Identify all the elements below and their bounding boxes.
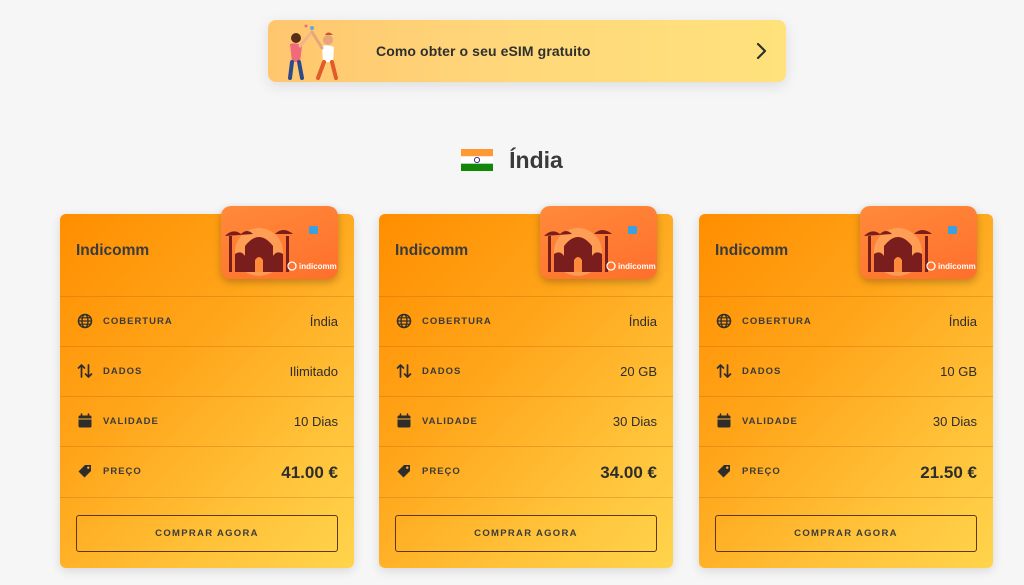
coverage-label: COBERTURA	[422, 316, 492, 327]
data-value: 10 GB	[940, 364, 977, 379]
data-row: DADOS 10 GB	[699, 346, 993, 396]
calendar-icon	[717, 413, 731, 428]
validity-value: 10 Dias	[293, 414, 338, 429]
data-row: DADOS Ilimitado	[60, 346, 354, 396]
data-label: DADOS	[742, 366, 782, 377]
price-tag-icon	[717, 465, 730, 478]
validity-value: 30 Dias	[612, 414, 657, 429]
price-label: PREÇO	[422, 466, 461, 477]
validity-row: VALIDADE 10 Dias	[60, 396, 354, 446]
price-value: 41.00 €	[281, 463, 338, 482]
price-row: PREÇO 34.00 €	[379, 446, 673, 496]
coverage-label: COBERTURA	[103, 316, 173, 327]
free-esim-banner[interactable]: Como obter o seu eSIM gratuito	[268, 20, 786, 82]
operator-name: Indicomm	[395, 242, 469, 259]
data-row: DADOS 20 GB	[379, 346, 673, 396]
data-value: 20 GB	[620, 364, 657, 379]
coverage-value: Índia	[628, 314, 657, 329]
arrows-up-down-icon	[716, 364, 732, 378]
data-label: DADOS	[103, 366, 143, 377]
esim-card-image: indicomm	[540, 206, 657, 279]
row-divider	[379, 497, 673, 498]
country-name: Índia	[509, 146, 563, 173]
coverage-value: Índia	[309, 314, 338, 329]
plan-card: Indicomm indicomm COBERTURA Índia DADOS …	[60, 206, 354, 568]
price-row: PREÇO 41.00 €	[60, 446, 354, 496]
banner-title: Como obter o seu eSIM gratuito	[376, 43, 591, 59]
buy-now-button[interactable]: COMPRAR AGORA	[76, 515, 338, 552]
esim-brand-text: indicomm	[299, 262, 337, 271]
celebrating-people-illustration	[276, 20, 366, 82]
buy-now-button[interactable]: COMPRAR AGORA	[715, 515, 977, 552]
plan-card: Indicomm indicomm COBERTURA Índia DADOS …	[699, 206, 993, 568]
data-label: DADOS	[422, 366, 462, 377]
price-value: 21.50 €	[920, 463, 977, 482]
price-tag-icon	[397, 465, 410, 478]
coverage-label: COBERTURA	[742, 316, 812, 327]
coverage-row: COBERTURA Índia	[699, 296, 993, 346]
validity-label: VALIDADE	[422, 416, 478, 427]
esim-card-image: indicomm	[221, 206, 338, 279]
calendar-icon	[397, 413, 411, 428]
operator-name: Indicomm	[76, 242, 150, 259]
validity-label: VALIDADE	[742, 416, 798, 427]
globe-icon	[77, 313, 93, 329]
coverage-row: COBERTURA Índia	[379, 296, 673, 346]
validity-label: VALIDADE	[103, 416, 159, 427]
buy-now-button[interactable]: COMPRAR AGORA	[395, 515, 657, 552]
esim-brand-text: indicomm	[618, 262, 656, 271]
operator-name: Indicomm	[715, 242, 789, 259]
row-divider	[60, 497, 354, 498]
price-label: PREÇO	[742, 466, 781, 477]
country-heading: Índia	[0, 142, 1024, 178]
validity-row: VALIDADE 30 Dias	[699, 396, 993, 446]
price-tag-icon	[78, 465, 91, 478]
calendar-icon	[78, 413, 92, 428]
globe-icon	[396, 313, 412, 329]
price-label: PREÇO	[103, 466, 142, 477]
esim-brand-text: indicomm	[938, 262, 976, 271]
coverage-value: Índia	[948, 314, 977, 329]
plan-card: Indicomm indicomm COBERTURA Índia DADOS …	[379, 206, 673, 568]
price-row: PREÇO 21.50 €	[699, 446, 993, 496]
globe-icon	[716, 313, 732, 329]
india-flag-icon	[461, 149, 494, 171]
coverage-row: COBERTURA Índia	[60, 296, 354, 346]
row-divider	[699, 497, 993, 498]
esim-card-image: indicomm	[860, 206, 977, 279]
chevron-right-icon[interactable]	[756, 42, 768, 60]
validity-value: 30 Dias	[932, 414, 977, 429]
arrows-up-down-icon	[396, 364, 412, 378]
data-value: Ilimitado	[289, 364, 338, 379]
validity-row: VALIDADE 30 Dias	[379, 396, 673, 446]
arrows-up-down-icon	[77, 364, 93, 378]
price-value: 34.00 €	[600, 463, 657, 482]
